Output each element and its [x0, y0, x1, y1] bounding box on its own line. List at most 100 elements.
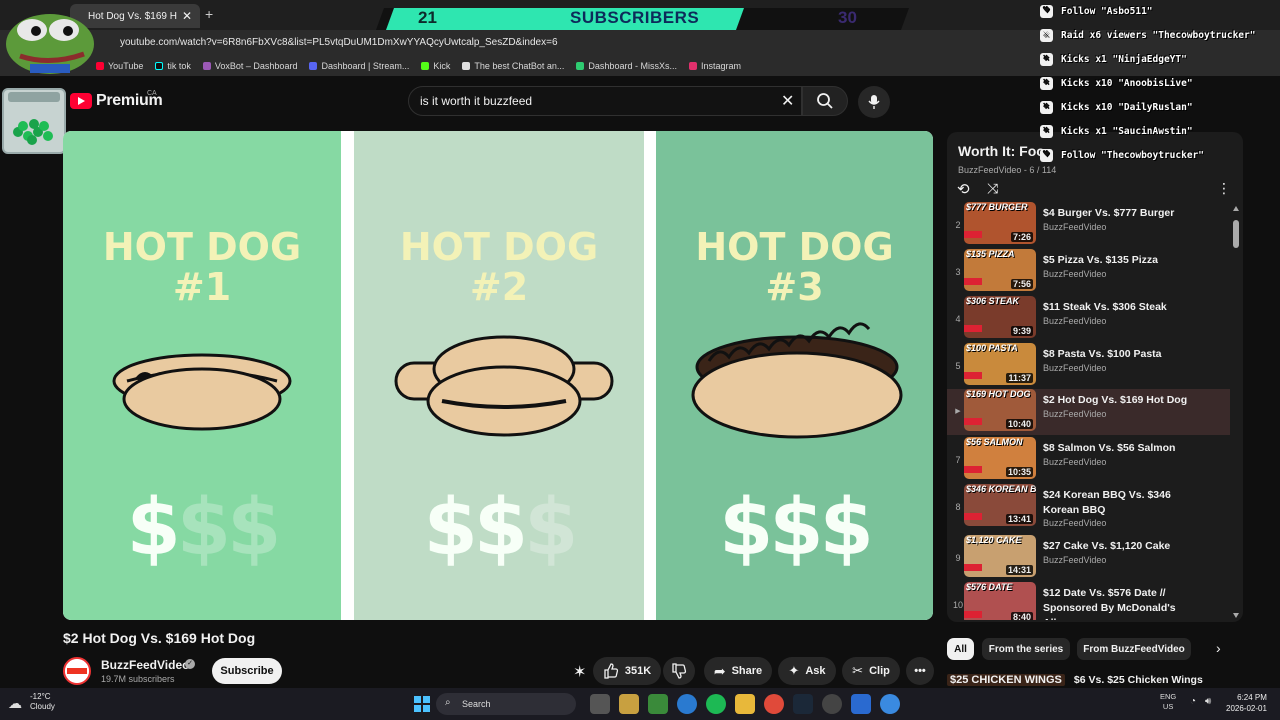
playlist-item[interactable]: 7 $56 SALMON 10:35 $8 Salmon Vs. $56 Salm… — [947, 437, 1230, 484]
next-video-title: $6 Vs. $25 Chicken Wings — [1073, 674, 1203, 686]
dashboard-icon — [576, 62, 585, 70]
microphone-icon — [868, 95, 880, 109]
clear-search-icon[interactable]: ✕ — [781, 91, 794, 111]
dislike-button[interactable] — [663, 657, 695, 685]
item-channel: BuzzFeedVideo — [1043, 269, 1107, 279]
close-tab-icon[interactable]: ✕ — [182, 9, 192, 23]
sparkle-icon[interactable]: ✶ — [573, 662, 586, 682]
item-channel: BuzzFeedVideo — [1043, 363, 1107, 373]
search-button[interactable] — [802, 86, 848, 116]
bookmark-instagram[interactable]: Instagram — [688, 61, 741, 71]
task-view-icon[interactable] — [590, 694, 610, 714]
file-explorer-icon[interactable] — [735, 694, 755, 714]
playlist-title[interactable]: Worth It: Foo — [958, 143, 1045, 159]
search-query[interactable]: is it worth it buzzfeed — [420, 94, 532, 108]
bookmark-voxbot[interactable]: VoxBot – Dashboard — [202, 61, 297, 71]
chip-all[interactable]: All — [947, 638, 974, 660]
voice-search-button[interactable] — [858, 86, 890, 118]
taskbar-search[interactable]: ⌕ Search — [436, 693, 576, 715]
item-channel: BuzzFeedVideo — [1043, 409, 1107, 419]
chevron-right-icon[interactable]: › — [1216, 640, 1221, 656]
mid-hotdog-icon — [394, 335, 614, 437]
playlist-item[interactable]: 8 $346 KOREAN BBQ13:41 $24 Korean BBQ Vs… — [947, 484, 1230, 534]
like-count: 351K — [624, 665, 652, 677]
bookmark-streamlabs[interactable]: Dashboard | Stream... — [309, 61, 409, 71]
weather-condition: Cloudy — [30, 702, 55, 711]
channel-avatar[interactable] — [63, 657, 91, 685]
subscriber-count: 21 — [418, 8, 437, 27]
clip-button[interactable]: ✂ Clip — [842, 657, 900, 685]
thumbnail: $576 DATE 8:40 — [964, 582, 1036, 620]
panel-number: #3 — [765, 265, 824, 309]
chip-from-series[interactable]: From the series — [982, 638, 1070, 660]
playlist-scrollbar[interactable] — [1233, 206, 1239, 618]
like-button[interactable]: 351K — [593, 657, 661, 685]
url-text[interactable]: youtube.com/watch?v=6R8n6FbXVc8&list=PL5… — [120, 37, 558, 48]
wifi-icon[interactable]: ◔ — [1190, 696, 1196, 707]
shuffle-icon[interactable]: ⤨ — [987, 180, 998, 197]
ask-button[interactable]: ✦ Ask — [778, 657, 836, 685]
item-channel: BuzzFeedVideo — [1043, 316, 1107, 326]
app-icon[interactable] — [880, 694, 900, 714]
windows-start-icon[interactable] — [412, 694, 432, 714]
steam-icon[interactable] — [793, 694, 813, 714]
playlist-item[interactable]: 4 $306 STEAK 9:39 $11 Steak Vs. $306 Stea… — [947, 296, 1230, 343]
playlist-item[interactable]: 9 $1,120 CAKE 14:31 $27 Cake Vs. $1,120 C… — [947, 535, 1230, 582]
chip-from-channel[interactable]: From BuzzFeedVideo — [1077, 638, 1191, 660]
chrome-icon[interactable] — [764, 694, 784, 714]
edge-icon[interactable] — [677, 694, 697, 714]
event-item: ♥ Follow "Thecowboytrucker" — [1040, 144, 1204, 166]
loop-icon[interactable]: ⟲ — [957, 180, 970, 198]
more-actions-button[interactable]: ••• — [906, 657, 934, 685]
obs-icon[interactable] — [822, 694, 842, 714]
weather-widget[interactable]: -12°C Cloudy — [30, 692, 55, 712]
verified-icon: ✓ — [185, 659, 195, 669]
channel-name[interactable]: BuzzFeedVideo — [101, 658, 189, 672]
subscriber-label: SUBSCRIBERS — [570, 8, 700, 27]
item-title: $12 Date Vs. $576 Date // Sponsored By M… — [1043, 587, 1176, 620]
thumbnail: $56 SALMON 10:35 — [964, 437, 1036, 479]
search-icon — [817, 93, 833, 109]
scissors-icon: ✂ — [852, 663, 864, 678]
kick-icon: ✖ — [1040, 76, 1053, 90]
price-indicator: $$$ — [719, 483, 874, 573]
youtube-icon — [70, 93, 92, 109]
kick-icon: ✖ — [1040, 52, 1053, 66]
thumbnail: $1,120 CAKE 14:31 — [964, 535, 1036, 577]
new-tab-button[interactable]: + — [205, 6, 213, 22]
bookmark-missxs[interactable]: Dashboard - MissXs... — [576, 61, 677, 71]
bookmark-tiktok[interactable]: tik tok — [155, 61, 191, 71]
chatbot-icon — [462, 62, 471, 70]
bookmark-youtube[interactable]: YouTube — [96, 61, 143, 71]
item-channel: BuzzFeedVideo — [1043, 555, 1107, 565]
notepad-icon[interactable] — [851, 694, 871, 714]
app-icon[interactable] — [648, 694, 668, 714]
bookmark-kick[interactable]: Kick — [421, 61, 450, 71]
playlist-menu-icon[interactable]: ⋮ — [1217, 180, 1231, 197]
thumbnail: $135 PIZZA 7:56 — [964, 249, 1036, 291]
subscribe-button[interactable]: Subscribe — [212, 658, 282, 684]
system-clock[interactable]: 6:24 PM 2026-02-01 — [1226, 692, 1267, 714]
item-title: $8 Salmon Vs. $56 Salmon — [1043, 442, 1176, 454]
playlist-item[interactable]: 10 $576 DATE 8:40 $12 Date Vs. $576 Date … — [947, 582, 1230, 620]
app-icon[interactable] — [619, 694, 639, 714]
fancy-hotdog-icon — [691, 322, 903, 439]
bookmark-chatbot[interactable]: The best ChatBot an... — [462, 61, 564, 71]
event-item: ✖ Kicks x10 "DailyRuslan" — [1040, 96, 1193, 118]
playlist-item-current[interactable]: ▶ $169 HOT DOG 10:40 $2 Hot Dog Vs. $169 … — [947, 389, 1230, 435]
thumbs-down-icon — [672, 663, 687, 679]
thumbnail: $306 STEAK 9:39 — [964, 296, 1036, 338]
more-icon: ••• — [914, 665, 926, 677]
spotify-icon[interactable] — [706, 694, 726, 714]
subscriber-goal: 30 — [838, 8, 857, 27]
thumbnail: $169 HOT DOG 10:40 — [964, 389, 1036, 431]
playlist-item[interactable]: 3 $135 PIZZA 7:56 $5 Pizza Vs. $135 Pizza… — [947, 249, 1230, 296]
playlist-item[interactable]: 2 $777 BURGER 7:26 $4 Burger Vs. $777 Bur… — [947, 202, 1230, 249]
video-player[interactable]: HOT DOG #1 $$$ HOT DOG #2 $$$ HOT DOG #3… — [63, 131, 933, 620]
language-indicator[interactable]: ENG US — [1160, 692, 1176, 712]
playlist-item[interactable]: 5 $100 PASTA 11:37 $8 Pasta Vs. $100 Past… — [947, 343, 1230, 390]
panel-title: HOT DOG — [102, 225, 302, 269]
price-indicator: $$$ — [126, 483, 282, 573]
share-button[interactable]: ➦ Share — [704, 657, 772, 685]
volume-icon[interactable]: 🔊︎ — [1205, 696, 1211, 707]
